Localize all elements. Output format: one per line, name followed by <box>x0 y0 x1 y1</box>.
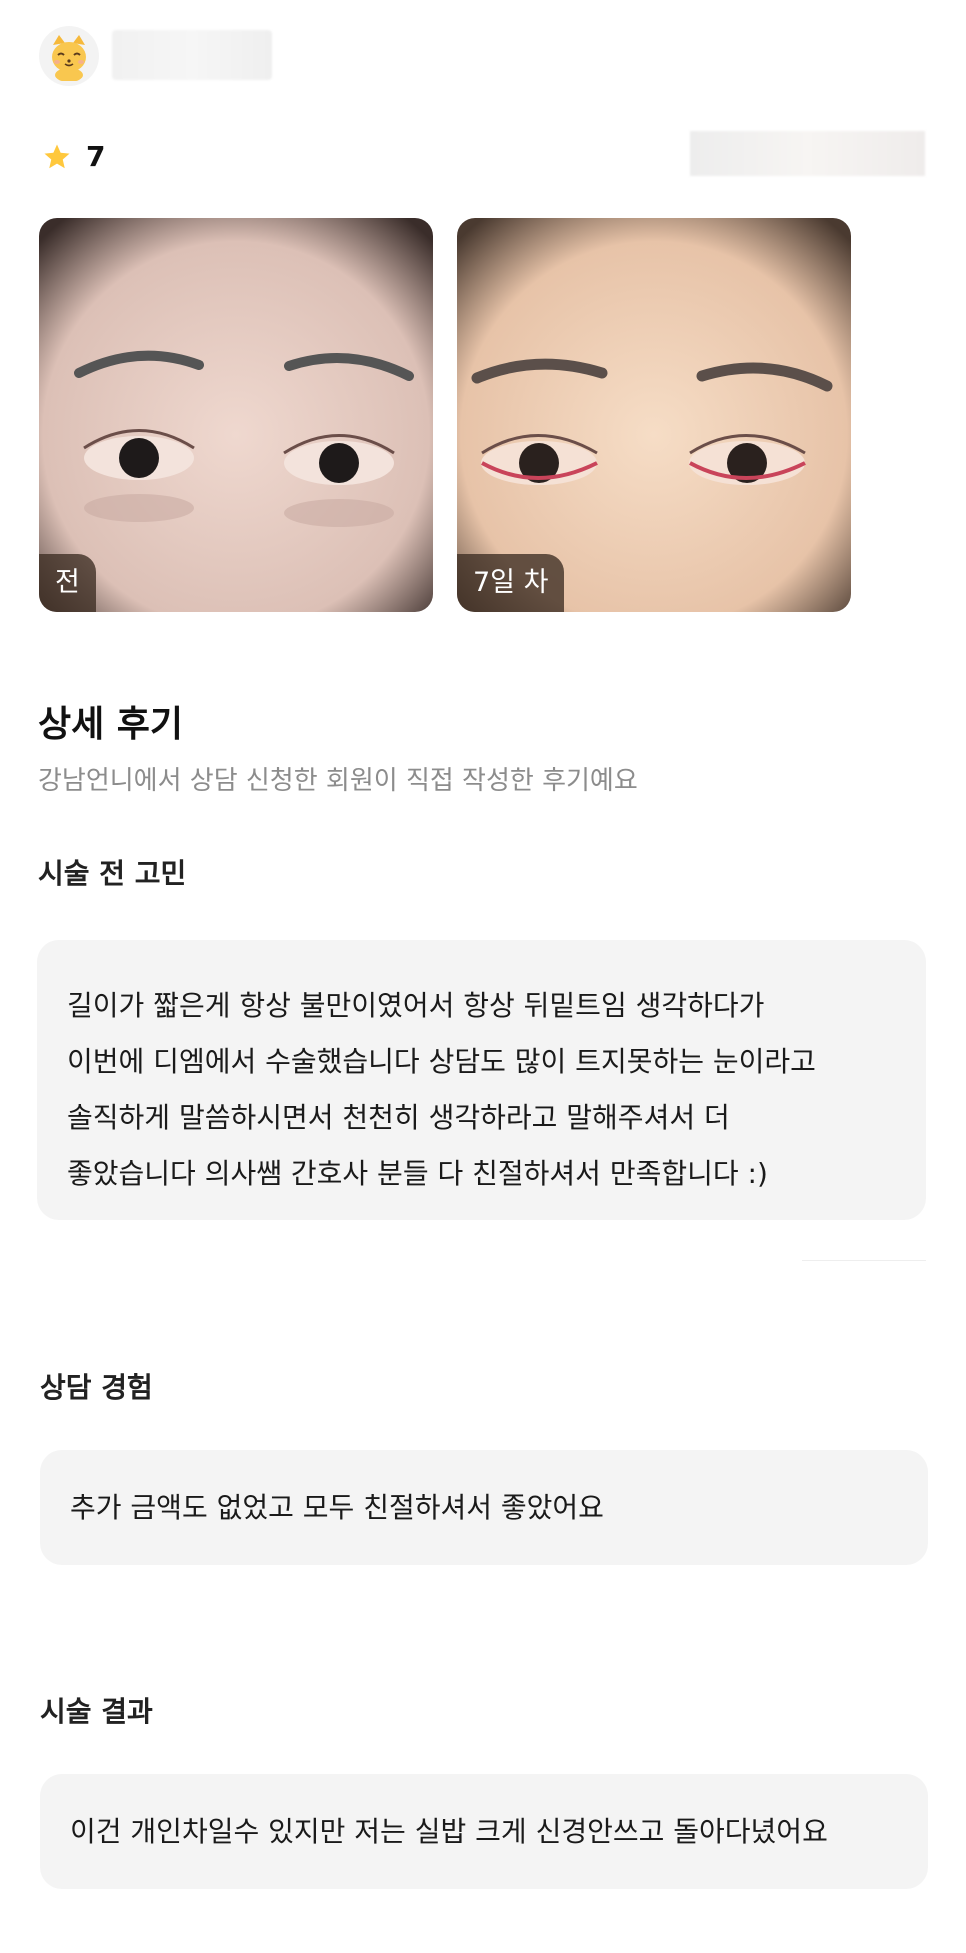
review-line: 좋았습니다 의사쌤 간호사 분들 다 친절하셔서 만족합니다 :) <box>67 1157 768 1190</box>
review-line: 길이가 짧은게 항상 불만이였어서 항상 뒤밑트임 생각하다가 <box>67 989 765 1022</box>
consultation-card: 추가 금액도 없었고 모두 친절하셔서 좋았어요 <box>40 1450 928 1565</box>
photo-label: 전 <box>39 554 96 612</box>
photo-label: 7일 차 <box>457 554 565 612</box>
concern-heading: 시술 전 고민 <box>38 857 187 890</box>
reviewer-name-redacted <box>112 30 272 80</box>
result-heading: 시술 결과 <box>40 1695 153 1728</box>
divider <box>802 1260 926 1261</box>
section-subtitle: 강남언니에서 상담 신청한 회원이 직접 작성한 후기예요 <box>38 766 638 796</box>
cat-icon <box>52 35 86 81</box>
section-title: 상세 후기 <box>38 704 184 745</box>
star-icon <box>44 144 70 168</box>
concern-card: 길이가 짧은게 항상 불만이였어서 항상 뒤밑트임 생각하다가 이번에 디엠에서… <box>37 940 926 1220</box>
review-line: 솔직하게 말씀하시면서 천천히 생각하라고 말해주셔서 더 <box>67 1101 730 1134</box>
date-redacted <box>690 131 925 176</box>
before-photo[interactable]: 전 <box>39 218 433 612</box>
rating-value: 7 <box>86 140 106 173</box>
consultation-heading: 상담 경험 <box>40 1371 153 1404</box>
rating: 7 <box>42 140 105 173</box>
after-photo[interactable]: 7일 차 <box>457 218 851 612</box>
review-line: 이번에 디엠에서 수술했습니다 상담도 많이 트지못하는 눈이라고 <box>67 1045 816 1078</box>
avatar[interactable] <box>39 26 99 86</box>
result-card: 이건 개인차일수 있지만 저는 실밥 크게 신경안쓰고 돌아다녔어요 <box>40 1774 928 1889</box>
